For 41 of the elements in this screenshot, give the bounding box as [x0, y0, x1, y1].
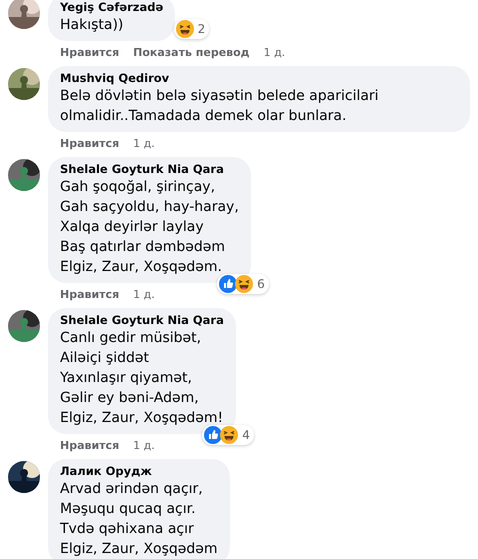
comment-action-link[interactable]: Нравится: [60, 45, 120, 60]
reaction-badge[interactable]: 4: [202, 425, 254, 445]
reaction-badge[interactable]: 2: [174, 19, 210, 39]
reaction-count: 4: [242, 428, 250, 442]
comment-text: Gəlir ey bəni-Adəm,: [60, 389, 199, 408]
reaction-badge[interactable]: 6: [217, 274, 269, 294]
comment-action-link[interactable]: Показать перевод: [133, 45, 250, 60]
laughing-emoji-icon: [220, 426, 238, 444]
laughing-emoji-icon: [235, 275, 254, 293]
laughing-emoji-icon: [176, 20, 194, 38]
thumbs-up-icon: [219, 275, 238, 293]
comment-text: Baş qatırlar dəmbədəm: [60, 238, 225, 257]
author-name[interactable]: Yegiş Cəfərzadə: [60, 0, 164, 15]
comment-action-link[interactable]: Нравится: [60, 136, 120, 151]
comment-text: Xalqa deyirlər laylay: [60, 218, 204, 237]
comment-text: Məşuqu qucaq açır.: [60, 500, 196, 519]
thumbs-up-icon: [204, 426, 222, 444]
comment-text: Elgiz, Zaur, Xoşqədəm: [60, 540, 218, 559]
comment-action-link[interactable]: Нравится: [60, 287, 120, 302]
comment-time[interactable]: 1 д.: [264, 45, 286, 60]
comment-text: Hakışta)): [60, 16, 124, 35]
comment-text: Tvdə qəhixana açır: [60, 520, 194, 539]
comment-text: Belə dövlətin belə siyasətin belede aparicilari olmalidir..Tamadada demek olar bunlara.: [60, 87, 380, 126]
comment-text: Canlı gedir müsibət,: [60, 329, 202, 348]
comment-text: Ailəiçi şiddət: [60, 349, 149, 368]
comment-text: Elgiz, Zaur, Xoşqədəm!: [60, 409, 224, 428]
reaction-count: 6: [257, 277, 265, 291]
author-name[interactable]: Лалик Орудж: [60, 464, 152, 479]
comment-text: Yaxınlaşır qiyamət,: [60, 369, 192, 388]
comment-text: Arvad ərindən qaçır,: [60, 480, 203, 499]
comment-action-link[interactable]: Нравится: [60, 438, 120, 453]
comment-time[interactable]: 1 д.: [133, 136, 155, 151]
author-name[interactable]: Mushviq Qedirov: [60, 71, 170, 86]
comment-text: Gah şoqoğal, şirinçay,: [60, 178, 216, 197]
comment-time[interactable]: 1 д.: [133, 438, 155, 453]
comment-text: Elgiz, Zaur, Xoşqədəm.: [60, 258, 222, 277]
comment-time[interactable]: 1 д.: [133, 287, 155, 302]
comment-text: Gah saçyoldu, hay-haray,: [60, 198, 239, 217]
author-name[interactable]: Shelale Goyturk Nia Qara: [60, 162, 224, 177]
author-name[interactable]: Shelale Goyturk Nia Qara: [60, 313, 224, 328]
reaction-count: 2: [198, 22, 206, 36]
